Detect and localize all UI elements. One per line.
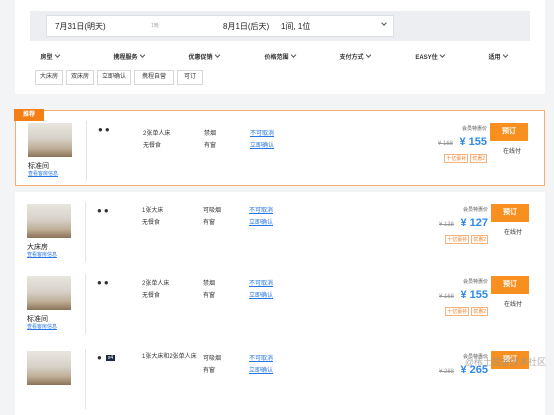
bed-type: 1张大床和2张单人床: [142, 354, 197, 360]
chevron-down-icon: [214, 52, 221, 58]
member-price-label: 会员特惠价: [462, 207, 488, 213]
discount-tags: 十亿豪补 优惠2: [443, 235, 488, 244]
rooms-guests[interactable]: 1间, 1位: [281, 21, 310, 32]
original-price: ¥ 288: [438, 369, 454, 375]
two-person-icon: ●●: [97, 278, 111, 287]
confirm-type[interactable]: 立即确认: [249, 290, 273, 299]
search-bar: 7月31日(明天) 1晚 8月1日(后天) 1间, 1位: [30, 11, 530, 41]
one-person-icon: ● x4: [97, 353, 116, 362]
original-price: ¥ 168: [437, 141, 453, 147]
breakfast: 无餐食: [142, 220, 161, 226]
book-button[interactable]: 预订: [491, 276, 529, 294]
discount-tag[interactable]: 十亿豪补: [444, 154, 469, 163]
room-card: 推荐 标准间 查看客房信息 ●● 2张单人床 无餐食 禁烟 有窗 不可取消 立即…: [14, 109, 545, 186]
room-card: 大床房 查看客房信息 ●● 1张大床 无餐食 可吸烟 有窗 不可取消 立即确认 …: [15, 192, 545, 268]
filter-promo[interactable]: 优惠促销: [188, 52, 221, 61]
original-price: ¥ 138: [438, 222, 454, 228]
bed-type: 2张单人床: [142, 281, 170, 287]
payment-method: 在线付: [503, 302, 522, 308]
room-detail-link[interactable]: 查看客房信息: [27, 323, 57, 330]
original-price: ¥ 168: [438, 294, 454, 300]
date-room-selector[interactable]: 7月31日(明天) 1晚 8月1日(后天) 1间, 1位: [46, 15, 394, 37]
room-photo[interactable]: [28, 123, 72, 157]
price: ¥ 155: [459, 136, 487, 148]
chevron-down-icon: [439, 52, 446, 58]
two-person-icon: ●●: [98, 125, 112, 134]
member-price-label: 会员特惠价: [461, 126, 487, 132]
filter-payment[interactable]: 支付方式: [339, 52, 372, 61]
book-button[interactable]: 预订: [490, 123, 528, 141]
filter-price[interactable]: 价格范围: [264, 52, 297, 61]
search-panel: 7月31日(明天) 1晚 8月1日(后天) 1间, 1位 房型 携程服务 优惠促…: [15, 0, 545, 94]
recommend-badge: 推荐: [14, 109, 44, 121]
filter-easy[interactable]: EASY住: [415, 52, 446, 61]
two-person-icon: ●●: [97, 206, 111, 215]
checkout-date[interactable]: 8月1日(后天): [223, 21, 269, 32]
confirm-type[interactable]: 立即确认: [249, 217, 273, 226]
cancel-policy[interactable]: 不可取消: [249, 353, 273, 362]
divider: [85, 349, 86, 409]
filter-service[interactable]: 携程服务: [113, 52, 146, 61]
chevron-down-icon: [54, 52, 61, 58]
tag-twin-bed[interactable]: 双床房: [66, 70, 94, 85]
checkin-date[interactable]: 7月31日(明天): [55, 21, 106, 32]
cancel-policy[interactable]: 不可取消: [250, 128, 274, 137]
discount-tag[interactable]: 十亿豪补: [445, 307, 470, 316]
window-info: 有窗: [203, 368, 216, 374]
cancel-policy[interactable]: 不可取消: [249, 278, 273, 287]
discount-tag[interactable]: 十亿豪补: [445, 235, 470, 244]
room-photo[interactable]: [27, 351, 71, 385]
bed-type: 2张单人床: [143, 131, 171, 137]
breakfast: 无餐食: [143, 143, 162, 149]
guest-count: x4: [105, 354, 116, 361]
smoking-policy: 禁烟: [204, 131, 217, 137]
room-card: 标准间 查看客房信息 ●● 2张单人床 无餐食 禁烟 有窗 不可取消 立即确认 …: [15, 264, 545, 340]
chevron-down-icon: [502, 52, 509, 58]
breakfast: 无餐食: [142, 293, 161, 299]
divider: [85, 202, 86, 262]
chevron-down-icon: [365, 52, 372, 58]
window-info: 有窗: [203, 220, 216, 226]
chevron-down-icon[interactable]: [379, 20, 387, 29]
window-info: 有窗: [204, 143, 217, 149]
discount-tags: 十亿豪补 优惠2: [443, 307, 488, 316]
filter-row: 房型 携程服务 优惠促销 价格范围 支付方式 EASY住 适用: [15, 52, 545, 64]
room-detail-link[interactable]: 查看客房信息: [28, 170, 58, 177]
confirm-type[interactable]: 立即确认: [249, 365, 273, 374]
member-price-label: 会员特惠价: [462, 279, 488, 285]
smoking-policy: 可吸烟: [203, 208, 222, 214]
tag-instant-confirm[interactable]: 立即确认: [97, 70, 131, 85]
payment-method: 在线付: [503, 230, 522, 236]
cancel-policy[interactable]: 不可取消: [249, 205, 273, 214]
room-photo[interactable]: [27, 204, 71, 238]
chevron-down-icon: [139, 52, 146, 58]
price: ¥ 155: [460, 289, 488, 301]
discount-tag[interactable]: 优惠2: [471, 307, 488, 316]
smoking-policy: 禁烟: [203, 281, 216, 287]
smoking-policy: 可吸烟: [203, 356, 222, 362]
tag-available[interactable]: 可订: [177, 70, 203, 85]
price: ¥ 127: [460, 217, 488, 229]
filter-applicable[interactable]: 适用: [488, 52, 509, 61]
bed-type: 1张大床: [142, 208, 164, 214]
tag-self-operated[interactable]: 携程自营: [134, 70, 174, 85]
discount-tags: 十亿豪补 优惠2: [442, 154, 487, 163]
filter-room-type[interactable]: 房型: [40, 52, 61, 61]
room-photo[interactable]: [27, 276, 71, 310]
discount-tag[interactable]: 优惠2: [470, 154, 487, 163]
room-card: ● x4 1张大床和2张单人床 可吸烟 有窗 不可取消 立即确认 会员特惠价 ¥ …: [15, 339, 545, 415]
window-info: 有窗: [203, 293, 216, 299]
tag-king-bed[interactable]: 大床房: [35, 70, 63, 85]
room-detail-link[interactable]: 查看客房信息: [27, 251, 57, 258]
nights-count: 1晚: [151, 23, 159, 29]
discount-tag[interactable]: 优惠2: [471, 235, 488, 244]
chevron-down-icon: [290, 52, 297, 58]
divider: [86, 121, 87, 181]
confirm-type[interactable]: 立即确认: [250, 140, 274, 149]
book-button[interactable]: 预订: [491, 204, 529, 222]
divider: [85, 274, 86, 334]
watermark: @稀土掘金技术社区: [464, 357, 546, 367]
payment-method: 在线付: [502, 149, 521, 155]
